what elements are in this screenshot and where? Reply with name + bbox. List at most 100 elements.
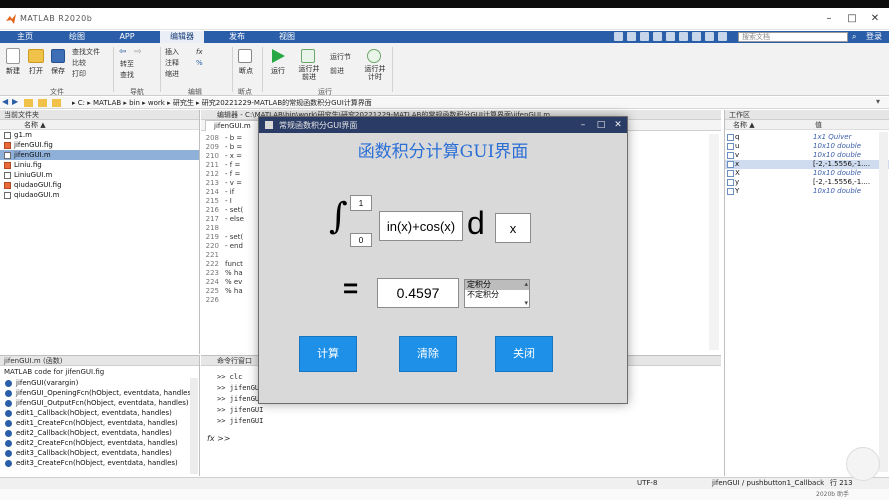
upper-limit-input[interactable] [350,195,372,211]
workspace-variable-row[interactable]: y [-2,-1.5556,-1.... [725,178,889,187]
function-item[interactable]: edit2_CreateFcn(hObject, eventdata, hand… [0,438,199,448]
code-line[interactable]: 215 - I [201,197,261,206]
compute-button[interactable]: 计算 [299,336,357,372]
close-window-button[interactable]: ✕ [866,11,884,27]
back-icon[interactable]: ◀ [2,97,8,106]
login-link[interactable]: 登录 [866,31,882,43]
compare-button[interactable]: 比较 [72,59,86,67]
code-line[interactable]: 225 % ha [201,287,261,296]
workspace-variable-row[interactable]: q 1x1 Quiver [725,133,889,142]
advance-button[interactable]: 前进 [330,67,344,75]
code-line[interactable]: 211 - f = [201,161,261,170]
code-line[interactable]: 208 - b = [201,134,261,143]
up-folder-icon[interactable] [38,99,47,107]
fx-icon[interactable]: fx [196,48,203,56]
file-item[interactable]: jifenGUI.fig [0,140,199,150]
find-button[interactable]: 查找 [120,71,134,79]
maximize-button[interactable]: □ [843,11,861,27]
paste-icon[interactable] [679,32,688,41]
help-dropdown-icon[interactable] [718,32,727,41]
clear-button[interactable]: 清除 [399,336,457,372]
workspace-variable-row[interactable]: x [-2,-1.5556,-1.... [725,160,889,169]
tab-plots[interactable]: 绘图 [60,31,94,43]
comment-button[interactable]: 注释 [165,59,179,67]
function-item[interactable]: edit3_Callback(hObject, eventdata, handl… [0,448,199,458]
back-arrow-icon[interactable]: ⇦ [119,47,127,57]
function-item[interactable]: edit2_Callback(hObject, eventdata, handl… [0,428,199,438]
dialog-minimize-button[interactable]: – [575,118,591,132]
forward-icon[interactable]: ▶ [12,97,18,106]
file-item[interactable]: qiudaoGUI.fig [0,180,199,190]
scroll-up-arrow-icon[interactable]: ▴ [524,280,528,288]
code-area[interactable]: 208 - b = 209 - b = 210 - x = 211 - f = 212 - f =… [201,134,261,305]
integral-type-option[interactable]: 不定积分 [465,290,529,300]
tab-publish[interactable]: 发布 [220,31,254,43]
file-item[interactable]: qiudaoGUI.m [0,190,199,200]
function-item[interactable]: jifenGUI_OpeningFcn(hObject, eventdata, … [0,388,199,398]
editor-file-tab[interactable]: jifenGUI.m [205,120,260,131]
save-button[interactable]: 保存 [47,67,69,75]
workspace-variable-row[interactable]: v 10x10 double [725,151,889,160]
workspace-variable-row[interactable]: X 10x10 double [725,169,889,178]
function-item[interactable]: edit3_CreateFcn(hObject, eventdata, hand… [0,458,199,468]
tab-view[interactable]: 视图 [270,31,304,43]
file-item[interactable]: Liniu.fig [0,160,199,170]
workspace-value-header[interactable]: 值 [815,120,822,130]
code-line[interactable]: 216 - set( [201,206,261,215]
code-line[interactable]: 226 [201,296,261,305]
indent-button[interactable]: 缩进 [165,70,179,78]
new-button[interactable]: 新建 [2,67,24,75]
folder-icon[interactable] [24,99,33,107]
dialog-maximize-button[interactable]: □ [593,118,609,132]
copy-icon[interactable] [666,32,675,41]
code-line[interactable]: 219 - set( [201,233,261,242]
function-item[interactable]: jifenGUI_OutputFcn(hObject, eventdata, h… [0,398,199,408]
code-line[interactable]: 209 - b = [201,143,261,152]
run-advance-button[interactable]: 运行并前进 [296,65,322,81]
variable-input[interactable] [495,213,531,243]
close-button[interactable]: 关闭 [495,336,553,372]
switch-window-icon[interactable] [692,32,701,41]
workspace-variable-row[interactable]: u 10x10 double [725,142,889,151]
open-button[interactable]: 打开 [25,67,47,75]
file-item[interactable]: LiniuGUI.m [0,170,199,180]
minimize-button[interactable]: – [820,11,838,27]
run-section-button[interactable]: 运行节 [330,53,351,61]
function-item[interactable]: jifenGUI(varargin) [0,378,199,388]
command-prompt[interactable]: fx >> [207,434,231,443]
redo-icon[interactable] [640,32,649,41]
browse-folder-icon[interactable] [52,99,61,107]
print-button[interactable]: 打印 [72,70,86,78]
function-input[interactable] [379,211,463,241]
insert-button[interactable]: 插入 [165,48,179,56]
name-column-header[interactable]: 名称 ▲ [0,120,199,130]
code-line[interactable]: 224 % ev [201,278,261,287]
breakpoints-button[interactable]: 断点 [234,67,258,75]
tab-editor[interactable]: 编辑器 [160,31,204,43]
code-line[interactable]: 210 - x = [201,152,261,161]
find-files-button[interactable]: 查找文件 [72,48,100,56]
integral-type-listbox[interactable]: 定积分 不定积分 ▴ ▾ [464,279,530,308]
code-line[interactable]: 220 - end [201,242,261,251]
search-documentation-input[interactable]: 搜索文档 [738,32,848,42]
code-line[interactable]: 212 - f = [201,170,261,179]
workspace-scrollbar[interactable] [879,132,888,472]
code-line[interactable]: 218 [201,224,261,233]
function-item[interactable]: edit1_Callback(hObject, eventdata, handl… [0,408,199,418]
scroll-down-arrow-icon[interactable]: ▾ [524,299,528,307]
cut-icon[interactable] [653,32,662,41]
undo-icon[interactable] [627,32,636,41]
code-line[interactable]: 221 [201,251,261,260]
run-and-time-button[interactable]: 运行并计时 [362,65,388,81]
code-line[interactable]: 213 - v = [201,179,261,188]
tab-apps[interactable]: APP [110,31,144,43]
function-item[interactable]: edit1_CreateFcn(hObject, eventdata, hand… [0,418,199,428]
file-item[interactable]: jifenGUI.m [0,150,199,160]
code-line[interactable]: 223 % ha [201,269,261,278]
code-line[interactable]: 217 - else [201,215,261,224]
goto-button[interactable]: 转至 [120,60,134,68]
code-line[interactable]: 222 funct [201,260,261,269]
details-scrollbar[interactable] [190,378,198,474]
file-item[interactable]: g1.m [0,130,199,140]
workspace-name-header[interactable]: 名称 ▲ [733,120,755,130]
